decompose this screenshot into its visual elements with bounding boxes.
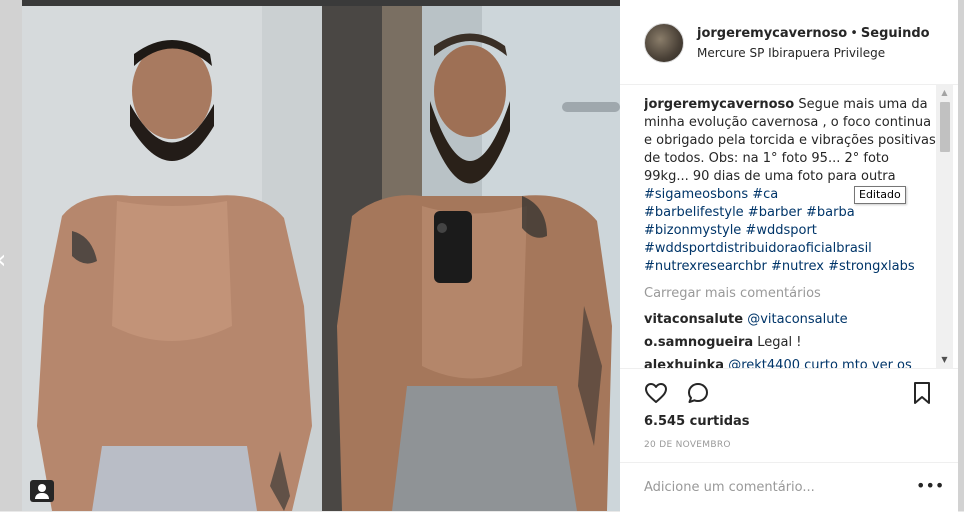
post-actions: 6.545 curtidas 20 DE NOVEMBRO [620,368,958,459]
comment-item: alexhuinka @rekt4400 curto mto ver os [644,357,912,368]
scroll-thumb[interactable] [940,102,950,152]
load-more-comments-button[interactable]: Carregar mais comentários [644,285,821,303]
hashtag-link[interactable]: #wddsportdistribuidoraoficialbrasil [644,241,872,256]
more-options-icon[interactable]: ••• [916,478,944,494]
avatar[interactable] [644,23,684,63]
author-username-link[interactable]: jorgeremycavernoso [697,26,847,41]
after-figure-illustration [322,6,620,511]
comment-input[interactable] [644,477,904,497]
hashtag-link-truncated[interactable]: #ca [752,187,778,202]
user-tag-body [35,493,49,499]
user-tag-icon[interactable] [30,480,54,502]
comment-username[interactable]: vitaconsalute [644,312,743,327]
hashtag-link[interactable]: #bizonmystyle #wddsport [644,223,817,238]
hashtag-link[interactable]: #barbelifestyle #barber #barba [644,205,855,220]
heart-icon[interactable] [644,381,668,405]
post-photo[interactable] [22,0,620,511]
comment-username[interactable]: alexhuinka [644,358,724,368]
comment-icon[interactable] [686,381,710,405]
comments-scrollbar[interactable]: ▲ ▼ [936,84,953,368]
location-link[interactable]: Mercure SP Ibirapuera Privilege [697,46,885,60]
post-date[interactable]: 20 DE NOVEMBRO [644,440,731,450]
following-button[interactable]: Seguindo [861,26,930,41]
hashtag-link[interactable]: #nutrexresearchbr #nutrex #strongxlabs [644,259,915,274]
comment-mention[interactable]: @rekt4400 curto mto ver os [728,358,912,368]
scroll-up-arrow-icon[interactable]: ▲ [936,84,953,101]
photo-after [322,6,620,511]
add-comment-section: ••• [620,462,958,512]
comments-list: jorgeremycavernoso Segue mais uma da min… [644,92,936,368]
comment-mention[interactable]: @vitaconsalute [747,312,847,327]
likes-count[interactable]: 6.545 curtidas [644,414,750,429]
before-figure-illustration [22,6,322,511]
previous-post-arrow[interactable]: ‹ [0,246,14,274]
comment-text: Legal ! [757,335,802,350]
photo-before [22,6,322,511]
header-line: jorgeremycavernoso • Seguindo [697,26,930,41]
comment-item: vitaconsalute @vitaconsalute [644,311,848,329]
caption-username[interactable]: jorgeremycavernoso [644,97,794,112]
scroll-down-arrow-icon[interactable]: ▼ [936,351,953,368]
edited-tooltip: Editado [854,186,906,204]
header-separator: • [850,26,858,41]
comment-username[interactable]: o.samnogueira [644,335,753,350]
hashtag-link[interactable]: #sigameosbons [644,187,748,202]
post-header: jorgeremycavernoso • Seguindo Mercure SP I… [620,0,958,85]
comment-item: o.samnogueira Legal ! [644,334,801,352]
user-tag-head [38,484,46,492]
bookmark-icon[interactable] [910,381,934,405]
